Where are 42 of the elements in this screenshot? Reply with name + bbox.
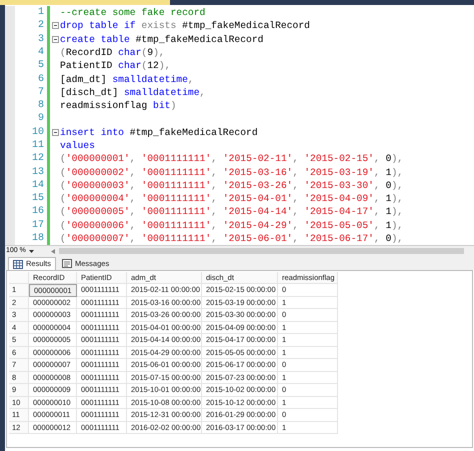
messages-icon: [62, 259, 72, 268]
code-line: [adm_dt] smalldatetime,: [60, 72, 194, 86]
code-line: values: [60, 138, 95, 152]
code-line: PatientID char(12),: [60, 59, 171, 72]
collapse-icon[interactable]: [52, 36, 59, 43]
code-line: ('000000006', '0001111111', '2015-04-29', '2015-05-05', 1),: [60, 218, 404, 232]
code-line: --create some fake record: [60, 6, 206, 20]
line-number: 9: [36, 112, 45, 126]
code-line: (RecordID char(9),: [60, 46, 165, 59]
line-number: 17: [30, 218, 45, 232]
code-line: create table #tmp_fakeMedicalRecord: [60, 32, 264, 46]
line-number: 1: [36, 6, 45, 20]
code-line: readmissionflag bit): [60, 99, 176, 112]
line-number: 16: [30, 205, 45, 218]
line-number: 3: [36, 32, 45, 46]
code-line: ('000000005', '0001111111', '2015-04-14', '2015-04-17', 1),: [60, 205, 404, 218]
line-number: 6: [36, 72, 45, 86]
code-line: ('000000002', '0001111111', '2015-03-16', '2015-03-19', 1),: [60, 166, 404, 179]
code-line: ('000000001', '0001111111', '2015-02-11', '2015-02-15', 0),: [60, 152, 404, 166]
horizontal-scrollbar[interactable]: [59, 248, 464, 254]
line-number: 10: [30, 126, 45, 139]
line-number: 13: [30, 166, 45, 179]
line-number: 18: [30, 232, 45, 245]
code-line: insert into #tmp_fakeMedicalRecord: [60, 126, 258, 139]
line-number: 2: [36, 19, 45, 32]
code-line: ('000000007', '0001111111', '2015-06-01', '2015-06-17', 0),: [60, 232, 404, 245]
line-number: 15: [30, 192, 45, 206]
collapse-icon[interactable]: [52, 22, 59, 30]
line-number: 7: [36, 86, 45, 99]
line-number: 4: [36, 46, 45, 59]
line-number: 11: [30, 138, 45, 152]
line-number: 14: [30, 178, 45, 192]
line-number: 12: [30, 152, 45, 166]
collapse-icon[interactable]: [52, 128, 59, 136]
scroll-left-icon[interactable]: [51, 248, 55, 254]
line-number: 8: [36, 99, 45, 112]
line-number: 5: [36, 59, 45, 72]
caret-icon: [28, 250, 34, 252]
code-line: [disch_dt] smalldatetime,: [60, 86, 206, 99]
code-line: drop table if exists #tmp_fakeMedicalRecord: [60, 19, 310, 32]
code-line: ('000000003', '0001111111', '2015-03-26', '2015-03-30', 0),: [60, 178, 404, 192]
code-line: ('000000004', '0001111111', '2015-04-01', '2015-04-09', 1),: [60, 192, 404, 206]
